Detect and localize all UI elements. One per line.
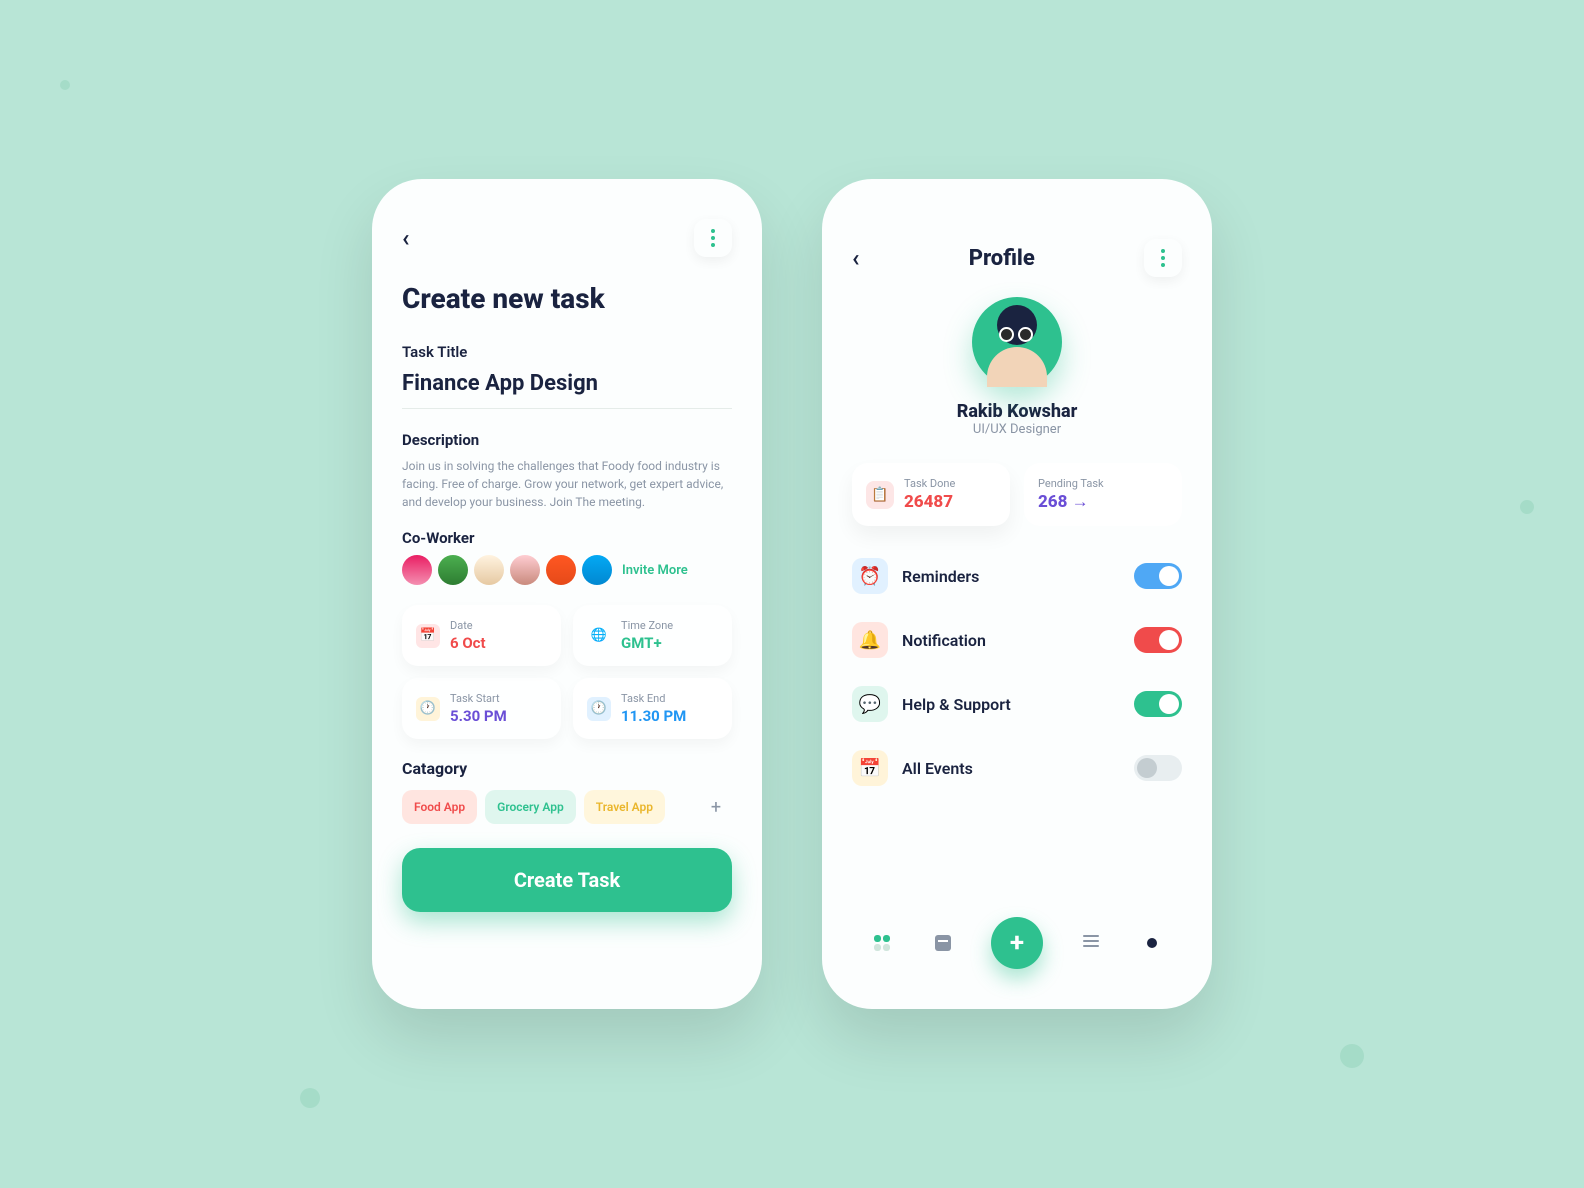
start-value: 5.30 PM [450,707,507,725]
category-label: Catagory [402,759,732,778]
coworker-avatar[interactable] [402,555,432,585]
timezone-label: Time Zone [621,619,673,632]
bg-dot [60,80,70,90]
coworker-avatar[interactable] [474,555,504,585]
bg-dot [1520,500,1534,514]
create-task-button[interactable]: Create Task [402,848,732,912]
coworker-avatar[interactable] [546,555,576,585]
nav-list[interactable] [1079,931,1103,955]
category-chip[interactable]: Travel App [584,790,665,824]
calendar-icon: 📅 [852,750,888,786]
pending-value: 268 → [1038,492,1104,512]
profile-screen: ‹ Profile Rakib Kowshar UI/UX Designer 📋… [822,179,1212,1009]
category-chip[interactable]: Food App [402,790,477,824]
help-toggle[interactable] [1134,691,1182,717]
invite-more-button[interactable]: Invite More [622,563,688,578]
screen-title: Create new task [402,282,732,315]
end-label: Task End [621,692,686,705]
globe-icon: 🌐 [587,624,611,648]
timezone-value: GMT+ [621,634,673,652]
bg-dot [300,1088,320,1108]
back-button[interactable]: ‹ [402,224,410,252]
notification-toggle[interactable] [1134,627,1182,653]
coworker-avatar[interactable] [582,555,612,585]
reminders-label: Reminders [902,567,1120,586]
more-button[interactable] [694,219,732,257]
events-label: All Events [902,759,1120,778]
task-title-input[interactable]: Finance App Design [402,371,732,409]
notification-row: 🔔 Notification [852,616,1182,664]
notification-label: Notification [902,631,1120,650]
date-card[interactable]: 📅 Date 6 Oct [402,605,561,666]
task-title-label: Task Title [402,343,732,361]
events-row: 📅 All Events [852,744,1182,792]
task-done-value: 26487 [904,492,955,512]
help-label: Help & Support [902,695,1120,714]
task-end-card[interactable]: 🕐 Task End 11.30 PM [573,678,732,739]
start-label: Task Start [450,692,507,705]
profile-name: Rakib Kowshar [852,401,1182,422]
nav-calendar[interactable] [931,931,955,955]
category-chip[interactable]: Grocery App [485,790,576,824]
bottom-nav: + [852,893,1182,969]
pending-label: Pending Task [1038,477,1104,490]
description-text[interactable]: Join us in solving the challenges that F… [402,457,732,511]
back-button[interactable]: ‹ [852,244,860,272]
pending-task-card[interactable]: Pending Task 268 → [1024,463,1182,526]
task-done-icon: 📋 [866,481,894,509]
screen-title: Profile [969,246,1035,271]
bg-dot [1340,1044,1364,1068]
nav-home[interactable] [870,931,894,955]
clock-icon: 🕐 [587,697,611,721]
task-done-label: Task Done [904,477,955,490]
date-label: Date [450,619,486,632]
coworker-label: Co-Worker [402,529,732,547]
create-task-screen: ‹ Create new task Task Title Finance App… [372,179,762,1009]
task-done-card[interactable]: 📋 Task Done 26487 [852,463,1010,526]
nav-profile[interactable] [1140,931,1164,955]
chat-icon: 💬 [852,686,888,722]
profile-avatar[interactable] [972,297,1062,387]
end-value: 11.30 PM [621,707,686,725]
calendar-icon: 📅 [416,624,440,648]
more-button[interactable] [1144,239,1182,277]
coworker-avatar[interactable] [438,555,468,585]
coworker-avatar[interactable] [510,555,540,585]
alarm-icon: ⏰ [852,558,888,594]
clock-icon: 🕐 [416,697,440,721]
bell-icon: 🔔 [852,622,888,658]
help-row: 💬 Help & Support [852,680,1182,728]
date-value: 6 Oct [450,634,486,652]
description-label: Description [402,431,732,449]
add-category-button[interactable]: + [700,791,732,823]
timezone-card[interactable]: 🌐 Time Zone GMT+ [573,605,732,666]
profile-role: UI/UX Designer [852,422,1182,437]
reminders-row: ⏰ Reminders [852,552,1182,600]
reminders-toggle[interactable] [1134,563,1182,589]
task-start-card[interactable]: 🕐 Task Start 5.30 PM [402,678,561,739]
events-toggle[interactable] [1134,755,1182,781]
nav-add-button[interactable]: + [991,917,1043,969]
